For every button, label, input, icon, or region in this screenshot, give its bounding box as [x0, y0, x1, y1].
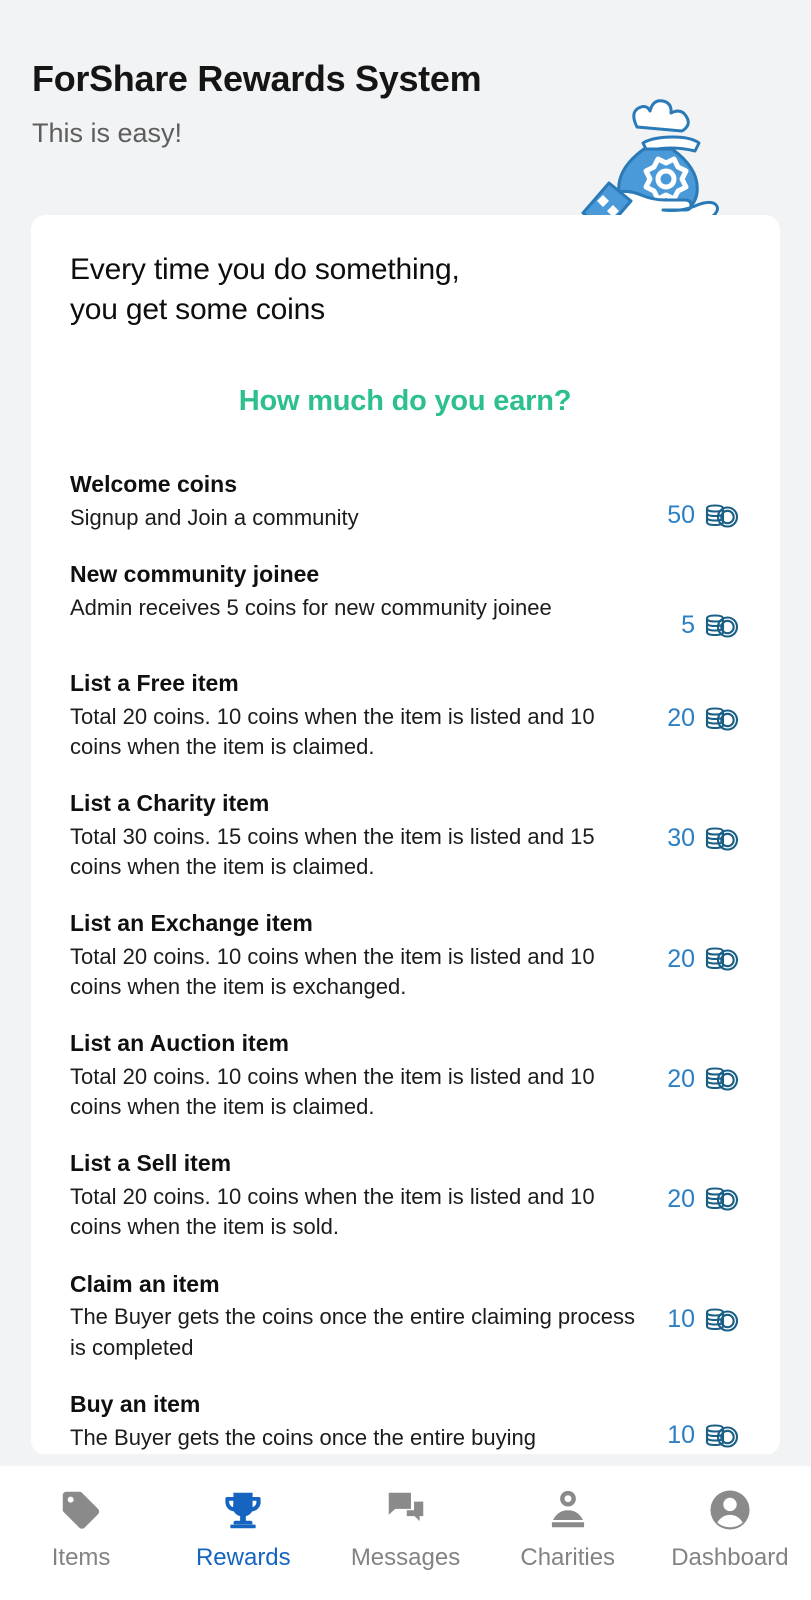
reward-title: Claim an item	[70, 1270, 220, 1297]
reward-text: List an Auction item Total 20 coins. 10 c…	[70, 1029, 659, 1122]
reward-amount: 20	[667, 1184, 695, 1213]
nav-icon-wrapper[interactable]	[707, 1486, 753, 1534]
card-heading-line2: you get some coins	[70, 292, 325, 326]
reward-amount: 20	[667, 1064, 695, 1093]
reward-title: List an Auction item	[70, 1030, 289, 1057]
reward-text: List a Free item Total 20 coins. 10 coins…	[70, 669, 659, 762]
reward-title: List a Charity item	[70, 789, 270, 816]
reward-row: List a Sell item Total 20 coins. 10 coins…	[70, 1149, 740, 1242]
reward-row: New community joinee Admin receives 5 coi…	[70, 560, 740, 642]
reward-text: Buy an item The Buyer gets the coins once…	[70, 1390, 659, 1453]
nav-icon-wrapper[interactable]	[58, 1486, 104, 1534]
nav-item-label: Items	[51, 1544, 111, 1571]
coin-stack-icon	[705, 1424, 739, 1448]
reward-amount: 10	[667, 1305, 695, 1333]
coin-stack-icon	[705, 1307, 739, 1332]
coin-stack-icon	[705, 1187, 739, 1211]
reward-title: Buy an item	[70, 1390, 201, 1417]
reward-text: List an Exchange item Total 20 coins. 10 …	[70, 909, 659, 1002]
coin-stack-icon	[705, 1067, 739, 1091]
reward-amount: 5	[681, 611, 695, 640]
reward-text: List a Sell item Total 20 coins. 10 coins…	[70, 1149, 659, 1242]
nav-separator	[0, 1454, 811, 1466]
status-bar-spacer	[0, 0, 811, 40]
reward-row: Buy an item The Buyer gets the coins once…	[70, 1390, 740, 1453]
reward-amount: 20	[667, 944, 695, 973]
coin-stack-icon	[705, 947, 739, 971]
reward-value: 10	[659, 1390, 740, 1452]
nav-item-dashboard[interactable]: Dashboard	[649, 1486, 811, 1570]
reward-value: 50	[659, 470, 740, 532]
card-heading: Every time you do something, you get som…	[70, 250, 740, 330]
reward-amount: 50	[667, 501, 695, 530]
reward-description: Total 20 coins. 10 coins when the item i…	[70, 1184, 595, 1240]
reward-row: Claim an item The Buyer gets the coins on…	[70, 1270, 740, 1363]
reward-description: Total 30 coins. 15 coins when the item i…	[70, 823, 595, 879]
chat-bubbles-icon	[388, 1492, 423, 1522]
nav-item-charities[interactable]: Charities	[487, 1486, 649, 1570]
reward-text: List a Charity item Total 30 coins. 15 co…	[70, 789, 659, 882]
earnings-question: How much do you earn?	[238, 384, 572, 417]
reward-row: List a Charity item Total 30 coins. 15 co…	[70, 789, 740, 882]
nav-icon-wrapper[interactable]	[220, 1486, 266, 1534]
reward-value: 10	[659, 1270, 740, 1336]
reward-description: Total 20 coins. 10 coins when the item i…	[70, 703, 595, 759]
nav-item-rewards[interactable]: Rewards	[162, 1486, 324, 1570]
reward-value: 5	[659, 560, 740, 642]
account-circle-icon	[710, 1490, 750, 1530]
reward-value: 20	[659, 909, 740, 975]
nav-item-label: Rewards	[195, 1544, 291, 1571]
card-heading-line1: Every time you do something,	[70, 253, 460, 286]
reward-row: List an Auction item Total 20 coins. 10 c…	[70, 1029, 740, 1122]
reward-title: Welcome coins	[70, 470, 238, 497]
donation-hand-icon	[551, 1490, 584, 1528]
reward-title: List an Exchange item	[70, 910, 313, 937]
coin-stack-icon	[705, 504, 739, 528]
reward-value: 20	[659, 1029, 740, 1095]
reward-row: List an Exchange item Total 20 coins. 10 …	[70, 909, 740, 1002]
nav-icon-wrapper[interactable]	[545, 1486, 591, 1534]
coin-stack-icon	[705, 827, 739, 851]
nav-item-label: Messages	[350, 1544, 461, 1571]
reward-description: Admin receives 5 coins for new community…	[70, 594, 552, 620]
reward-title: List a Free item	[70, 669, 239, 696]
reward-title: New community joinee	[70, 560, 320, 587]
reward-description: The Buyer gets the coins once the entire…	[70, 1304, 635, 1360]
reward-amount: 20	[667, 704, 695, 733]
reward-value: 20	[659, 1149, 740, 1215]
coin-stack-icon	[705, 614, 739, 638]
reward-description: Total 20 coins. 10 coins when the item i…	[70, 943, 595, 1000]
reward-amount: 10	[667, 1421, 695, 1450]
reward-description: Total 20 coins. 10 coins when the item i…	[70, 1064, 595, 1120]
rewards-card: Every time you do something, you get som…	[31, 215, 780, 1455]
nav-item-label: Charities	[520, 1544, 616, 1571]
reward-text: Claim an item The Buyer gets the coins on…	[70, 1270, 659, 1363]
reward-amount: 30	[667, 824, 695, 853]
page-header: ForShare Rewards System This is easy!	[0, 40, 811, 239]
rewards-list: Welcome coins Signup and Join a community…	[70, 470, 740, 1453]
reward-row: Welcome coins Signup and Join a community…	[70, 470, 740, 533]
nav-icon-wrapper[interactable]	[383, 1486, 429, 1534]
nav-item-label: Dashboard	[671, 1544, 789, 1571]
reward-text: New community joinee Admin receives 5 coi…	[70, 560, 659, 623]
trophy-icon	[225, 1492, 261, 1529]
reward-row: List a Free item Total 20 coins. 10 coins…	[70, 669, 740, 762]
reward-title: List a Sell item	[70, 1150, 232, 1177]
page-title: ForShare Rewards System	[32, 58, 482, 99]
bottom-navigation: Items Rewards Messages Charities Dashboard	[0, 1466, 811, 1600]
nav-item-messages[interactable]: Messages	[324, 1486, 486, 1570]
reward-value: 30	[659, 789, 740, 855]
reward-text: Welcome coins Signup and Join a community	[70, 470, 659, 533]
reward-description: The Buyer gets the coins once the entire…	[70, 1424, 536, 1450]
tag-icon	[62, 1491, 100, 1529]
reward-value: 20	[659, 669, 740, 735]
reward-description: Signup and Join a community	[70, 504, 359, 530]
nav-item-items[interactable]: Items	[0, 1486, 162, 1570]
coin-stack-icon	[705, 707, 739, 731]
